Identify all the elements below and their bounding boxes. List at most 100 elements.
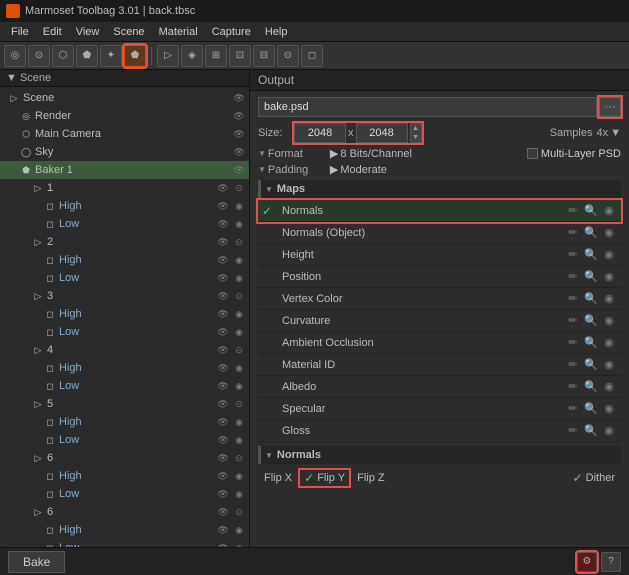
- h-sphere-icon[interactable]: ◉: [601, 247, 617, 263]
- vis-g6bh[interactable]: ◉: [232, 523, 246, 537]
- gloss-search-icon[interactable]: 🔍: [583, 423, 599, 439]
- menu-help[interactable]: Help: [258, 22, 295, 41]
- width-input[interactable]: [294, 123, 346, 143]
- eye-g1h[interactable]: 👁: [216, 199, 230, 213]
- toolbar-btn-9[interactable]: ⊟: [253, 45, 275, 67]
- vis-g2l[interactable]: ◉: [232, 271, 246, 285]
- tree-item-g3-high[interactable]: ◻ High 👁 ◉: [0, 305, 249, 323]
- ao-sphere-icon[interactable]: ◉: [601, 335, 617, 351]
- normals-edit-icon[interactable]: ✏: [565, 203, 581, 219]
- bake-button[interactable]: Bake: [8, 551, 65, 573]
- eye-g6bl[interactable]: 👁: [216, 541, 230, 547]
- pos-search-icon[interactable]: 🔍: [583, 269, 599, 285]
- menu-capture[interactable]: Capture: [205, 22, 258, 41]
- tree-item-sky[interactable]: ◯ Sky 👁: [0, 143, 249, 161]
- curv-edit-icon[interactable]: ✏: [565, 313, 581, 329]
- eye-g5h[interactable]: 👁: [216, 415, 230, 429]
- dither-item[interactable]: ✓ Dither: [573, 471, 615, 485]
- gloss-sphere-icon[interactable]: ◉: [601, 423, 617, 439]
- eye-g3h[interactable]: 👁: [216, 307, 230, 321]
- eye-g4[interactable]: 👁: [216, 343, 230, 357]
- curv-search-icon[interactable]: 🔍: [583, 313, 599, 329]
- no-sphere-icon[interactable]: ◉: [601, 225, 617, 241]
- vis-g5l[interactable]: ◉: [232, 433, 246, 447]
- curv-sphere-icon[interactable]: ◉: [601, 313, 617, 329]
- toolbar-btn-baker[interactable]: ⬟: [124, 45, 146, 67]
- h-edit-icon[interactable]: ✏: [565, 247, 581, 263]
- flip-x-item[interactable]: Flip X: [264, 472, 292, 484]
- map-row-ao[interactable]: ✓ Ambient Occlusion ✏ 🔍 ◉: [258, 332, 621, 354]
- vis-g1l[interactable]: ◉: [232, 217, 246, 231]
- size-spinner[interactable]: ▲ ▼: [410, 123, 422, 143]
- more-icon-g1[interactable]: ⊙: [232, 181, 246, 195]
- gloss-edit-icon[interactable]: ✏: [565, 423, 581, 439]
- eye-g2[interactable]: 👁: [216, 235, 230, 249]
- vis-g3l[interactable]: ◉: [232, 325, 246, 339]
- alb-edit-icon[interactable]: ✏: [565, 379, 581, 395]
- eye-g2l[interactable]: 👁: [216, 271, 230, 285]
- eye-g4h[interactable]: 👁: [216, 361, 230, 375]
- tree-item-baker[interactable]: ⬟ Baker 1 👁: [0, 161, 249, 179]
- mid-edit-icon[interactable]: ✏: [565, 357, 581, 373]
- vis-g5h[interactable]: ◉: [232, 415, 246, 429]
- normals-sub-header[interactable]: ▼ Normals: [258, 446, 621, 464]
- menu-scene[interactable]: Scene: [106, 22, 151, 41]
- menu-edit[interactable]: Edit: [36, 22, 69, 41]
- toolbar-btn-1[interactable]: ⊙: [28, 45, 50, 67]
- eye-g1l[interactable]: 👁: [216, 217, 230, 231]
- tree-item-group1[interactable]: ▷ 1 👁 ⊙: [0, 179, 249, 197]
- vc-search-icon[interactable]: 🔍: [583, 291, 599, 307]
- vc-sphere-icon[interactable]: ◉: [601, 291, 617, 307]
- vis-g4h[interactable]: ◉: [232, 361, 246, 375]
- tree-item-camera[interactable]: ⬡ Main Camera 👁: [0, 125, 249, 143]
- alb-sphere-icon[interactable]: ◉: [601, 379, 617, 395]
- eye-icon-camera[interactable]: 👁: [232, 127, 246, 141]
- samples-dropdown[interactable]: 4x ▼: [596, 127, 621, 139]
- tree-item-g2-high[interactable]: ◻ High 👁 ◉: [0, 251, 249, 269]
- height-input[interactable]: [356, 123, 408, 143]
- toolbar-btn-10[interactable]: ⊙: [277, 45, 299, 67]
- eye-icon-baker[interactable]: 👁: [232, 163, 246, 177]
- tree-item-render[interactable]: ◎ Render 👁: [0, 107, 249, 125]
- tree-item-g4-low[interactable]: ◻ Low 👁 ◉: [0, 377, 249, 395]
- vis-g6a[interactable]: ⊙: [232, 451, 246, 465]
- no-search-icon[interactable]: 🔍: [583, 225, 599, 241]
- tree-item-group5[interactable]: ▷ 5 👁 ⊙: [0, 395, 249, 413]
- eye-g6b[interactable]: 👁: [216, 505, 230, 519]
- settings-icon-btn[interactable]: ⚙: [577, 552, 597, 572]
- toolbar-btn-11[interactable]: ◻: [301, 45, 323, 67]
- toolbar-btn-4[interactable]: ✦: [100, 45, 122, 67]
- toolbar-btn-3[interactable]: ⬟: [76, 45, 98, 67]
- tree-item-g6a-high[interactable]: ◻ High 👁 ◉: [0, 467, 249, 485]
- spinner-up[interactable]: ▲: [411, 124, 421, 133]
- tree-item-g6b-high[interactable]: ◻ High 👁 ◉: [0, 521, 249, 539]
- map-row-vertex-color[interactable]: ✓ Vertex Color ✏ 🔍 ◉: [258, 288, 621, 310]
- vis-g3[interactable]: ⊙: [232, 289, 246, 303]
- tree-item-g3-low[interactable]: ◻ Low 👁 ◉: [0, 323, 249, 341]
- tree-item-scene[interactable]: ▷ Scene 👁: [0, 89, 249, 107]
- eye-icon-g1[interactable]: 👁: [216, 181, 230, 195]
- map-row-albedo[interactable]: ✓ Albedo ✏ 🔍 ◉: [258, 376, 621, 398]
- eye-g6al[interactable]: 👁: [216, 487, 230, 501]
- no-edit-icon[interactable]: ✏: [565, 225, 581, 241]
- h-search-icon[interactable]: 🔍: [583, 247, 599, 263]
- spec-sphere-icon[interactable]: ◉: [601, 401, 617, 417]
- vis-g6ah[interactable]: ◉: [232, 469, 246, 483]
- vis-g2h[interactable]: ◉: [232, 253, 246, 267]
- toolbar-btn-2[interactable]: ⬡: [52, 45, 74, 67]
- toolbar-btn-5[interactable]: ▷: [157, 45, 179, 67]
- pos-sphere-icon[interactable]: ◉: [601, 269, 617, 285]
- tree-item-g2-low[interactable]: ◻ Low 👁 ◉: [0, 269, 249, 287]
- tree-item-g4-high[interactable]: ◻ High 👁 ◉: [0, 359, 249, 377]
- tree-item-group6a[interactable]: ▷ 6 👁 ⊙: [0, 449, 249, 467]
- alb-search-icon[interactable]: 🔍: [583, 379, 599, 395]
- spec-edit-icon[interactable]: ✏: [565, 401, 581, 417]
- more-options-button[interactable]: ···: [599, 97, 621, 117]
- eye-g6bh[interactable]: 👁: [216, 523, 230, 537]
- ao-search-icon[interactable]: 🔍: [583, 335, 599, 351]
- vis-g6al[interactable]: ◉: [232, 487, 246, 501]
- tree-item-group3[interactable]: ▷ 3 👁 ⊙: [0, 287, 249, 305]
- menu-view[interactable]: View: [69, 22, 107, 41]
- toolbar-btn-7[interactable]: ⊞: [205, 45, 227, 67]
- eye-icon[interactable]: 👁: [232, 91, 246, 105]
